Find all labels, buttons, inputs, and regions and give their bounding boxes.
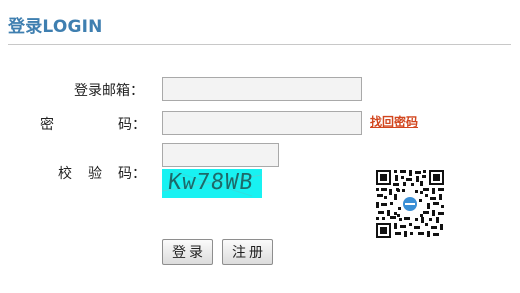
register-button[interactable]: 注册 xyxy=(222,239,273,265)
page-title: 登录LOGIN xyxy=(8,17,103,37)
login-button[interactable]: 登录 xyxy=(162,239,213,265)
captcha-label: 码： xyxy=(118,166,146,182)
captcha-text: Kw78WB xyxy=(166,170,255,195)
password-label: 码： xyxy=(118,117,146,133)
email-input[interactable] xyxy=(162,77,362,101)
email-label: 登录邮箱： xyxy=(74,83,144,99)
qr-code-icon xyxy=(375,169,445,239)
password-label-first-char: 密 xyxy=(40,117,54,133)
header-divider xyxy=(8,44,511,45)
captcha-input[interactable] xyxy=(162,143,279,167)
captcha-label-char-1: 校 xyxy=(58,166,72,182)
captcha-image[interactable]: Kw78WB xyxy=(162,169,262,198)
password-input[interactable] xyxy=(162,111,362,135)
captcha-label-char-2: 验 xyxy=(88,166,102,182)
forgot-password-link[interactable]: 找回密码 xyxy=(370,113,418,130)
